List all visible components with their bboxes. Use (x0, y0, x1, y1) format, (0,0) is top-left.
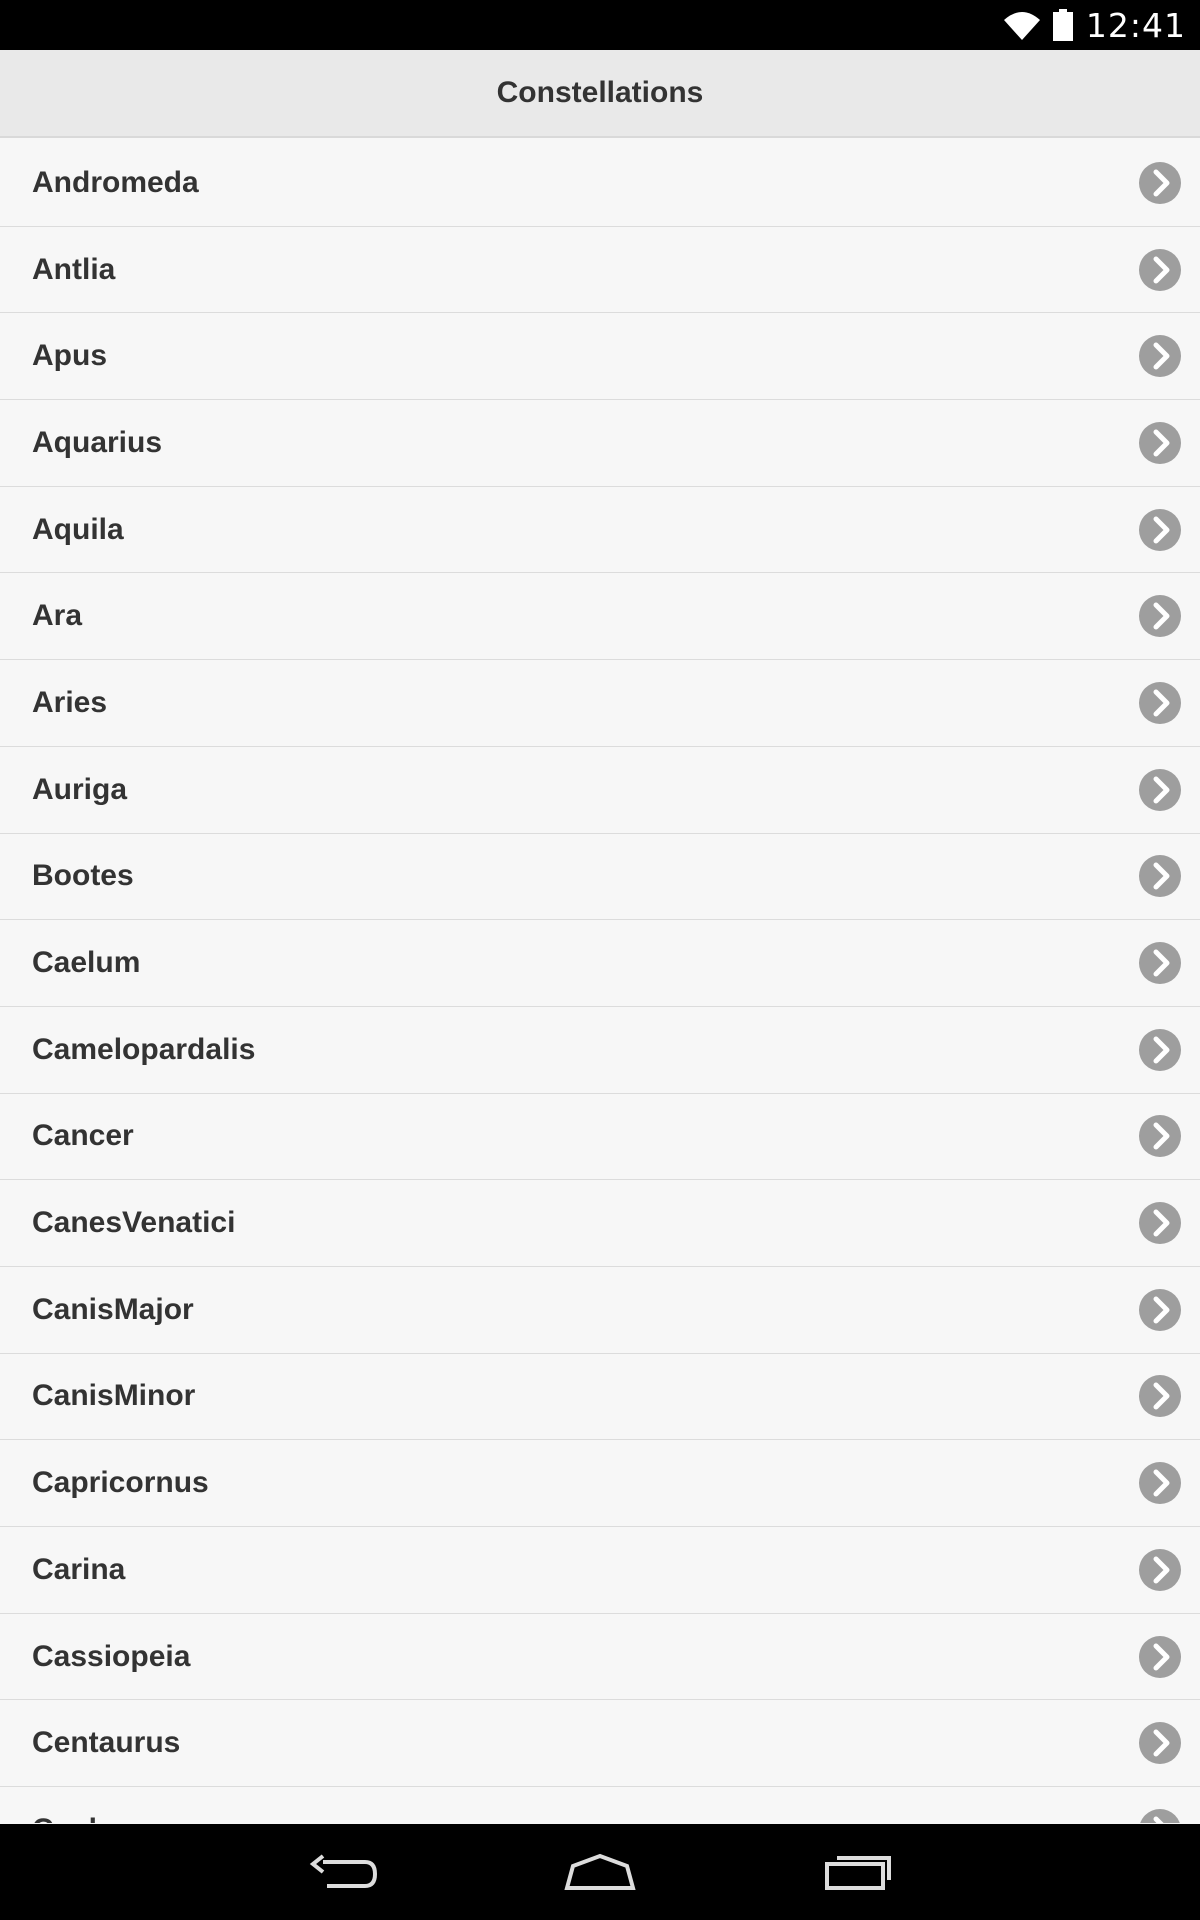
chevron-right-circle-icon[interactable] (1138, 1028, 1182, 1072)
home-icon (564, 1853, 636, 1890)
list-item-label: CanisMinor (32, 1379, 196, 1413)
list-item[interactable]: Aquila (0, 486, 1200, 574)
chevron-right-circle-icon[interactable] (1138, 1374, 1182, 1418)
chevron-right-circle-icon[interactable] (1138, 421, 1182, 465)
list-item-label: Aries (32, 685, 108, 719)
list-item[interactable]: Capricornus (0, 1440, 1200, 1527)
list-item[interactable]: Centaurus (0, 1700, 1200, 1788)
list-item-label: Apus (32, 339, 107, 373)
list-item-label: Ara (32, 599, 83, 633)
battery-icon (1052, 9, 1073, 41)
list-item[interactable]: CanesVenatici (0, 1180, 1200, 1267)
list-item[interactable]: Ara (0, 573, 1200, 661)
chevron-right-circle-icon[interactable] (1138, 1114, 1182, 1158)
chevron-right-circle-icon[interactable] (1138, 768, 1182, 812)
list-item-label: Aquila (32, 512, 124, 546)
chevron-right-circle-icon[interactable] (1138, 1808, 1182, 1823)
chevron-right-circle-icon[interactable] (1138, 1548, 1182, 1592)
list-item[interactable]: Carina (0, 1527, 1200, 1614)
list-item[interactable]: CanisMajor (0, 1266, 1200, 1354)
list-item-label: Caelum (32, 946, 141, 980)
page-title: Constellations (496, 76, 704, 109)
chevron-right-circle-icon[interactable] (1138, 334, 1182, 378)
navigation-bar (0, 1824, 1200, 1920)
constellation-list[interactable]: Andromeda Antlia Apus Aquarius Aquila Ara Arie… (0, 140, 1200, 1823)
list-item-label: Bootes (32, 859, 134, 893)
app-header: Constellations (0, 50, 1200, 138)
list-item-label: Auriga (32, 772, 128, 806)
wifi-icon (1003, 12, 1040, 40)
list-item-label: Camelopardalis (32, 1032, 256, 1066)
chevron-right-circle-icon[interactable] (1138, 1635, 1182, 1679)
chevron-right-circle-icon[interactable] (1138, 508, 1182, 552)
list-item[interactable]: Cepheus (0, 1787, 1200, 1823)
chevron-right-circle-icon[interactable] (1138, 1201, 1182, 1245)
list-item-label: Cancer (32, 1119, 134, 1153)
list-item[interactable]: Auriga (0, 746, 1200, 834)
back-icon (309, 1854, 378, 1888)
app-screen: 12:41 Constellations Andromeda Antlia Apus… (0, 0, 1200, 1920)
chevron-right-circle-icon[interactable] (1138, 594, 1182, 638)
list-item-label: Capricornus (32, 1466, 209, 1500)
recent-apps-icon (825, 1856, 891, 1890)
list-item-label: Centaurus (32, 1726, 181, 1760)
list-item[interactable]: CanisMinor (0, 1353, 1200, 1441)
list-item-label: CanesVenatici (32, 1206, 236, 1240)
chevron-right-circle-icon[interactable] (1138, 854, 1182, 898)
list-item[interactable]: Aries (0, 660, 1200, 747)
list-item[interactable]: Cancer (0, 1093, 1200, 1181)
list-item-label: Antlia (32, 252, 116, 286)
list-item-label: Cassiopeia (32, 1639, 191, 1673)
chevron-right-circle-icon[interactable] (1138, 681, 1182, 725)
list-item[interactable]: Andromeda (0, 140, 1200, 227)
list-item-label: Andromeda (32, 165, 199, 199)
list-item[interactable]: Apus (0, 313, 1200, 401)
list-item[interactable]: Bootes (0, 833, 1200, 921)
chevron-right-circle-icon[interactable] (1138, 1721, 1182, 1765)
list-item[interactable]: Camelopardalis (0, 1006, 1200, 1094)
status-bar: 12:41 (0, 0, 1200, 50)
back-button[interactable] (304, 1842, 384, 1902)
chevron-right-circle-icon[interactable] (1138, 1288, 1182, 1332)
home-button[interactable] (560, 1842, 640, 1902)
recent-apps-button[interactable] (818, 1842, 898, 1902)
list-item[interactable]: Aquarius (0, 400, 1200, 487)
chevron-right-circle-icon[interactable] (1138, 941, 1182, 985)
chevron-right-circle-icon[interactable] (1138, 1461, 1182, 1505)
list-item[interactable]: Cassiopeia (0, 1613, 1200, 1701)
list-item[interactable]: Caelum (0, 920, 1200, 1007)
list-item-label: Cepheus (32, 1813, 159, 1823)
list-item-label: CanisMajor (32, 1292, 194, 1326)
list-item[interactable]: Antlia (0, 226, 1200, 314)
chevron-right-circle-icon[interactable] (1138, 248, 1182, 292)
chevron-right-circle-icon[interactable] (1138, 161, 1182, 205)
status-clock: 12:41 (1085, 5, 1186, 45)
list-item-label: Carina (32, 1552, 126, 1586)
list-item-label: Aquarius (32, 425, 163, 459)
